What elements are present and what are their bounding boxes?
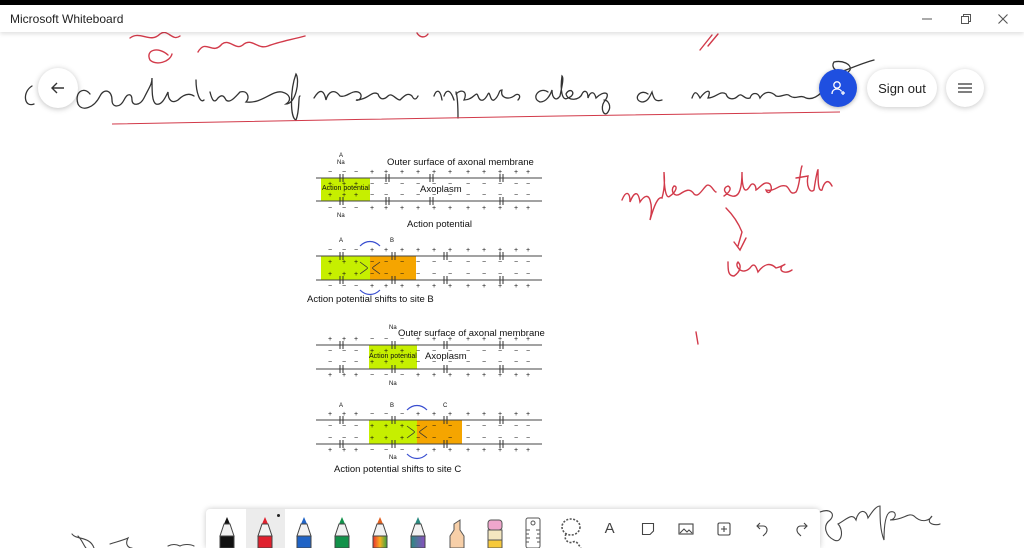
tool-sticky-note[interactable] <box>629 509 667 548</box>
tool-green-pen[interactable] <box>323 509 361 548</box>
tool-galaxy-pen[interactable] <box>399 509 437 548</box>
pen-icon <box>257 517 274 548</box>
p3-axoplasm-label: Axoplasm <box>425 351 467 362</box>
restore-button[interactable] <box>948 5 984 32</box>
p4-site-a: A <box>339 403 344 409</box>
tool-black-pen[interactable] <box>208 509 246 548</box>
sign-out-button[interactable]: Sign out <box>867 69 937 107</box>
pen-icon <box>295 517 312 548</box>
text-icon: A <box>604 520 615 537</box>
plus-box-icon <box>717 521 731 536</box>
p1-axoplasm-label: Axoplasm <box>420 184 462 195</box>
add-person-icon <box>831 81 845 95</box>
rainbow-pen-icon <box>372 517 388 548</box>
p4-caption: Action potential shifts to site C <box>334 464 462 475</box>
minimize-icon <box>922 18 932 19</box>
undo-icon <box>755 522 768 536</box>
p2-site-b: B <box>390 238 395 244</box>
menu-button[interactable] <box>946 69 984 107</box>
p3-na-top: Na <box>389 325 397 331</box>
tool-undo[interactable] <box>744 509 782 548</box>
redo-icon <box>796 522 808 536</box>
p4-site-c: C <box>443 403 448 409</box>
p2-caption: Action potential shifts to site B <box>307 294 434 305</box>
eraser-icon <box>487 519 503 548</box>
tool-red-pen[interactable] <box>246 509 285 548</box>
p3-outer-label: Outer surface of axonal membrane <box>398 328 545 339</box>
window-title: Microsoft Whiteboard <box>10 12 124 26</box>
tool-eraser[interactable] <box>476 509 514 548</box>
tool-redo[interactable] <box>782 509 820 548</box>
highlighter-icon <box>449 519 465 548</box>
arrow-left-icon <box>51 82 64 94</box>
p1-site-a: A <box>339 153 344 159</box>
title-bar: Microsoft Whiteboard <box>0 5 1024 32</box>
p1-outer-label: Outer surface of axonal membrane <box>387 157 534 168</box>
p4-na-bottom: Na <box>389 455 397 461</box>
tool-text[interactable]: A <box>591 509 629 548</box>
tool-highlighter[interactable] <box>438 509 476 548</box>
invite-button[interactable] <box>819 69 857 107</box>
whiteboard-canvas[interactable] <box>0 32 1024 548</box>
restore-icon <box>961 13 971 24</box>
image-icon <box>678 522 694 535</box>
p1-na-bottom: Na <box>337 213 345 219</box>
ruler-icon <box>525 517 541 548</box>
p1-caption: Action potential <box>407 219 472 230</box>
tool-lasso[interactable] <box>552 509 590 548</box>
sticky-note-icon <box>641 522 654 535</box>
tool-blue-pen[interactable] <box>285 509 323 548</box>
pen-icon <box>219 517 235 548</box>
galaxy-pen-icon <box>410 517 427 548</box>
p2-site-a: A <box>339 238 344 244</box>
minimize-button[interactable] <box>909 5 945 32</box>
p1-action-box-label: Action potential <box>322 185 370 192</box>
p3-action-box-label: Action potential <box>369 353 417 360</box>
close-button[interactable] <box>985 5 1021 32</box>
inking-toolbar: A <box>206 509 820 548</box>
close-icon <box>998 13 1008 24</box>
lasso-icon <box>561 518 582 548</box>
tool-insert-menu[interactable] <box>705 509 743 548</box>
pen-icon <box>334 517 350 548</box>
back-button[interactable] <box>38 68 78 108</box>
tool-rainbow-pen[interactable] <box>361 509 399 548</box>
tool-insert-image[interactable] <box>667 509 705 548</box>
hamburger-menu-icon <box>958 83 972 93</box>
tool-ruler[interactable] <box>514 509 552 548</box>
p4-site-b: B <box>390 403 395 409</box>
selected-indicator <box>276 514 280 517</box>
p1-na-top: Na <box>337 160 345 166</box>
p3-na-bottom: Na <box>389 381 397 387</box>
